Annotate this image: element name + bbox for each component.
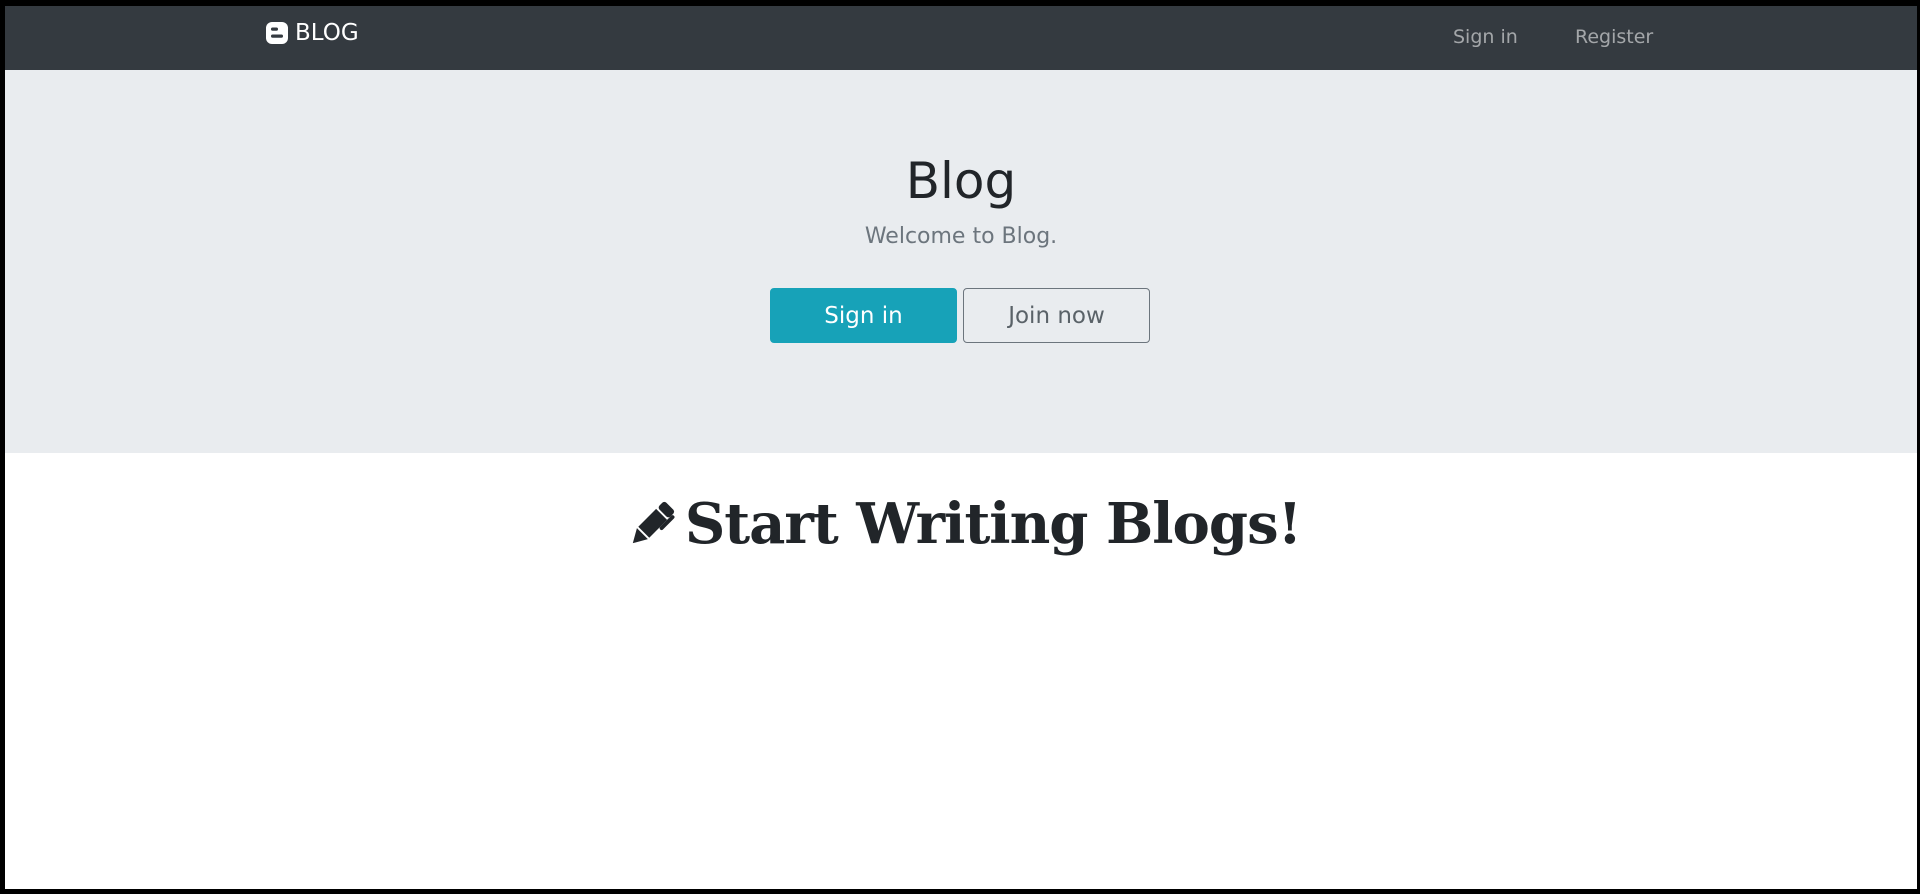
nav-register-link[interactable]: Register (1575, 26, 1653, 48)
hero-jumbotron: Blog Welcome to Blog. Sign in Join now (5, 70, 1917, 453)
top-navbar: BLOG Sign in Register (5, 6, 1917, 70)
brand-label: BLOG (295, 20, 359, 46)
hero-title: Blog (905, 152, 1017, 210)
join-now-button[interactable]: Join now (963, 288, 1150, 343)
hero-subtitle: Welcome to Blog. (864, 224, 1058, 249)
brand-link[interactable]: BLOG (265, 20, 359, 46)
blogger-icon (265, 21, 289, 45)
pencil-icon (621, 493, 683, 555)
main-heading-text: Start Writing Blogs! (684, 491, 1302, 557)
browser-viewport: BLOG Sign in Register Blog Welcome to Bl… (0, 0, 1920, 894)
signin-button[interactable]: Sign in (770, 288, 957, 343)
nav-signin-link[interactable]: Sign in (1453, 26, 1518, 48)
main-heading: Start Writing Blogs! (5, 491, 1917, 557)
